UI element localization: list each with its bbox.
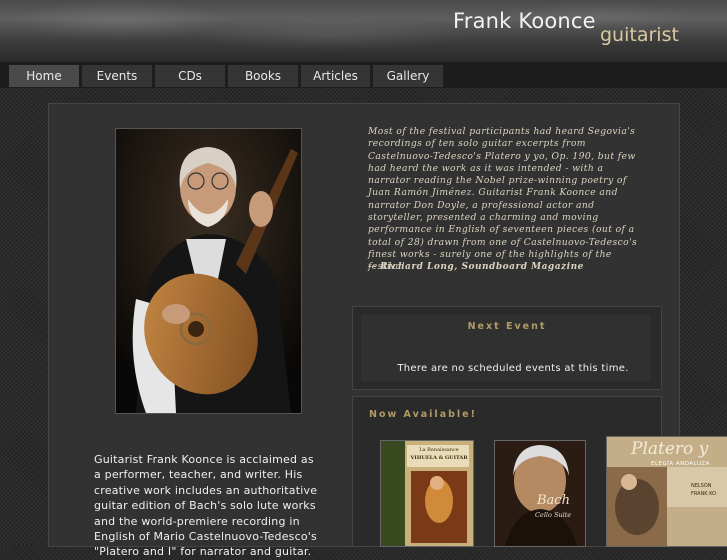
platero-cover[interactable]: Platero y ELEGÍA ANDALUZA NELSON FRANK K…: [606, 436, 727, 547]
tab-gallery[interactable]: Gallery: [373, 65, 443, 87]
guitarist-illustration: [116, 129, 301, 413]
press-quote: Most of the festival participants had he…: [368, 126, 638, 273]
site-tagline: guitarist: [600, 24, 679, 46]
site-header: Frank Koonce guitarist: [0, 0, 727, 62]
main-nav: Home Events CDs Books Articles Gallery: [0, 62, 727, 88]
bio-text: Guitarist Frank Koonce is acclaimed as a…: [94, 453, 318, 559]
tab-home[interactable]: Home: [9, 65, 79, 87]
platero-cover-title: Platero y: [631, 439, 709, 459]
renaissance-vihuela-cover[interactable]: La Renaissance VIHUELA & GUITAR: [380, 440, 474, 547]
cover-title-2: VIHUELA & GUITAR: [410, 455, 468, 461]
next-event-text: There are no scheduled events at this ti…: [397, 363, 629, 374]
next-event-box: Next Event There are no scheduled events…: [352, 306, 662, 390]
platero-cover-credit-1: NELSON: [691, 483, 712, 489]
platero-cover-credit-2: FRANK KO: [691, 491, 717, 497]
site-name[interactable]: Frank Koonce: [453, 9, 596, 33]
platero-cover-subtitle: ELEGÍA ANDALUZA: [651, 461, 710, 467]
tab-books[interactable]: Books: [228, 65, 298, 87]
bach-cover-subtitle: Cello Suite: [535, 511, 572, 519]
cover-title-1: La Renaissance: [419, 447, 459, 453]
bach-cello-suite-cover[interactable]: Bach Cello Suite: [494, 440, 586, 547]
guitarist-photo: [115, 128, 302, 414]
tab-articles[interactable]: Articles: [301, 65, 370, 87]
bach-cover-title: Bach: [537, 493, 570, 508]
tab-cds[interactable]: CDs: [155, 65, 225, 87]
next-event-title: Next Event: [467, 321, 547, 332]
quote-attribution: -- Richard Long, Soundboard Magazine: [368, 262, 584, 272]
tab-events[interactable]: Events: [82, 65, 152, 87]
now-available-title: Now Available!: [369, 409, 477, 420]
